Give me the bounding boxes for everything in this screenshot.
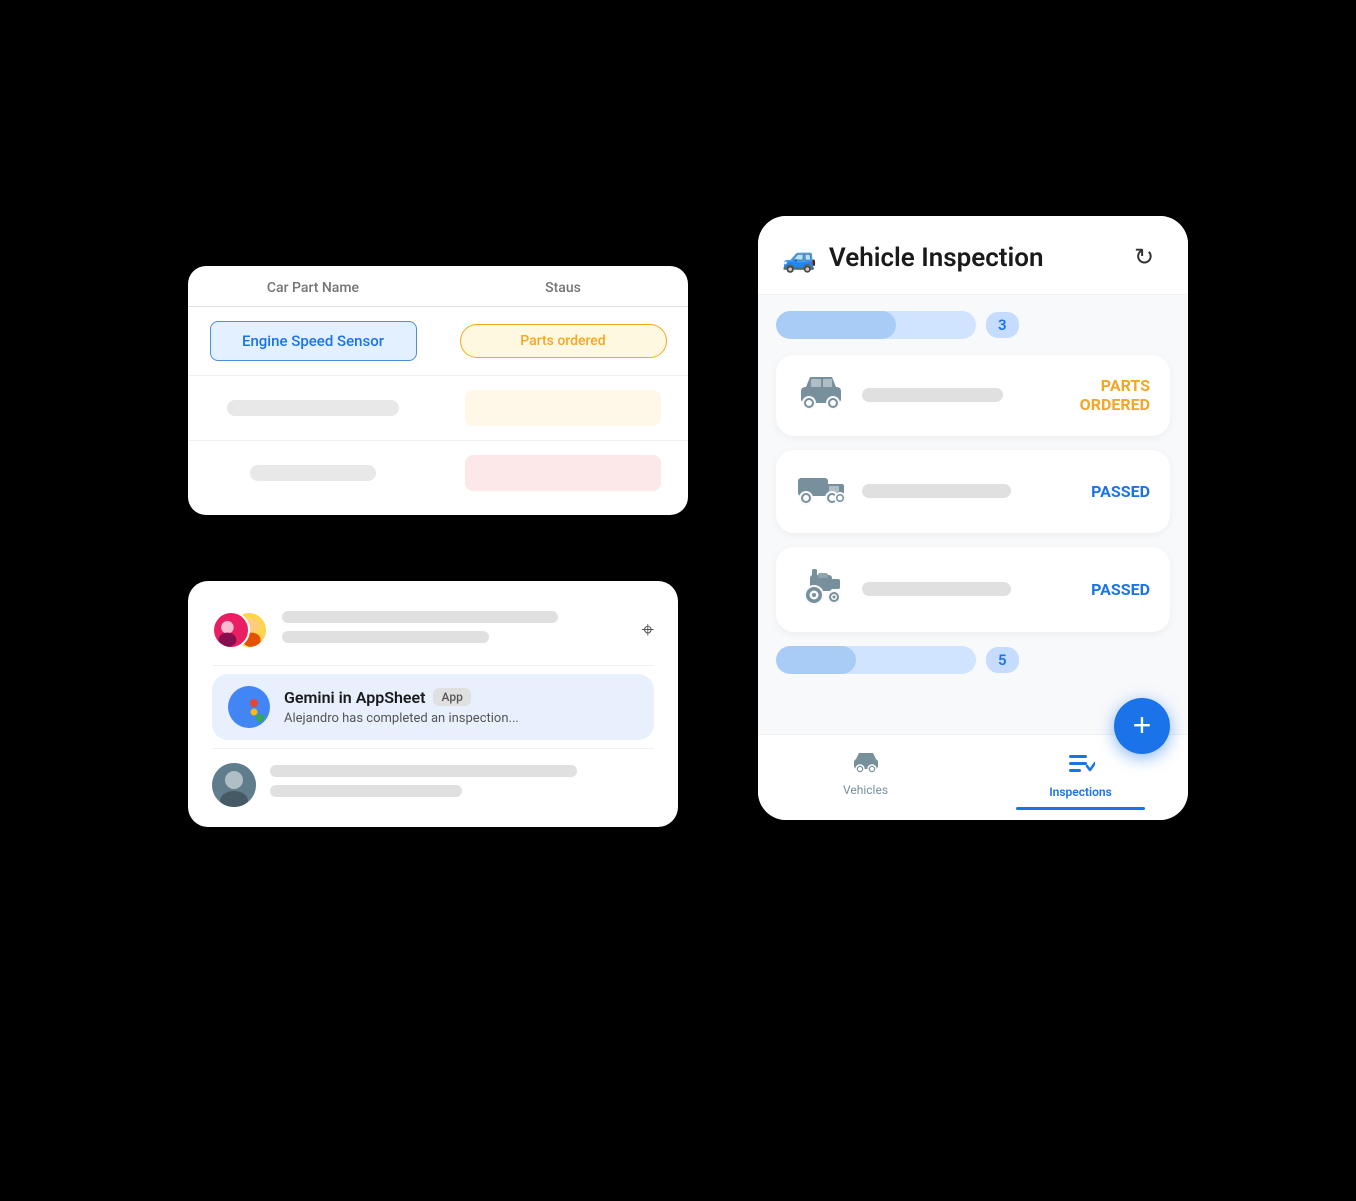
placeholder-line	[862, 484, 1011, 498]
gemini-text-block: Gemini in AppSheet App Alejandro has com…	[284, 688, 638, 726]
gemini-message: Alejandro has completed an inspection...	[284, 711, 638, 726]
progress-bar	[776, 311, 976, 339]
gemini-app-badge: App	[433, 688, 470, 706]
fab-button[interactable]: +	[1114, 698, 1170, 754]
placeholder-line	[282, 631, 489, 643]
app-title: Vehicle Inspection	[829, 243, 1112, 273]
notification-card: ⌖ Gemini in AppSheet App Alejandro has c…	[188, 581, 678, 827]
online-indicator	[256, 714, 264, 722]
status-passed-2: PASSED	[1091, 580, 1150, 599]
table-row	[188, 376, 688, 441]
divider	[212, 665, 654, 666]
gemini-icon	[228, 686, 270, 728]
inspections-nav-icon	[1067, 751, 1095, 781]
table-cell-part-name: Engine Speed Sensor	[188, 317, 438, 365]
vehicles-nav-icon	[852, 751, 880, 779]
col2-header: Staus	[438, 280, 688, 296]
gemini-notification-row[interactable]: Gemini in AppSheet App Alejandro has com…	[212, 674, 654, 740]
progress-bar-bottom	[776, 646, 976, 674]
progress-row-bottom: 5	[776, 646, 1170, 674]
table-cell-placeholder	[438, 451, 688, 495]
notification-row-bottom	[212, 753, 654, 807]
status-badge-orange: Parts ordered	[460, 324, 667, 358]
progress-badge-bottom: 5	[986, 647, 1019, 673]
nav-item-inspections[interactable]: Inspections	[973, 747, 1188, 814]
table-card: Car Part Name Staus Engine Speed Sensor …	[188, 266, 688, 515]
placeholder-line	[862, 388, 1003, 402]
avatar-group	[212, 609, 268, 653]
tractor-icon	[796, 565, 846, 614]
gemini-title-row: Gemini in AppSheet App	[284, 688, 638, 707]
nav-active-underline	[1016, 807, 1145, 810]
gemini-name: Gemini in AppSheet	[284, 688, 425, 707]
notification-text-block	[282, 611, 628, 651]
avatar-single	[212, 763, 256, 807]
progress-fill	[776, 311, 896, 339]
nav-item-vehicles[interactable]: Vehicles	[758, 747, 973, 814]
table-header-row: Car Part Name Staus	[188, 266, 688, 307]
placeholder-line	[282, 611, 558, 623]
inspection-item-1[interactable]: PARTSORDERED	[776, 355, 1170, 436]
placeholder-bar	[250, 465, 377, 481]
status-parts-ordered: PARTSORDERED	[1080, 376, 1150, 414]
pin-icon[interactable]: ⌖	[642, 618, 654, 643]
placeholder-line	[270, 765, 577, 777]
table-cell-placeholder	[438, 386, 688, 430]
inspection-item-3[interactable]: PASSED	[776, 547, 1170, 632]
app-body: 3	[758, 295, 1188, 694]
notification-text-block-bottom	[270, 765, 654, 805]
table-row[interactable]: Engine Speed Sensor Parts ordered	[188, 307, 688, 376]
part-name-value: Engine Speed Sensor	[210, 321, 417, 361]
placeholder-bar	[227, 400, 400, 416]
placeholder-bar-pink	[465, 455, 661, 491]
status-passed-1: PASSED	[1091, 482, 1150, 501]
vehicles-nav-label: Vehicles	[843, 783, 888, 797]
car-emoji: 🚙	[782, 241, 817, 274]
col1-header: Car Part Name	[188, 280, 438, 296]
placeholder-bar-yellow	[465, 390, 661, 426]
notification-row-top: ⌖	[212, 601, 654, 661]
app-header: 🚙 Vehicle Inspection ↻	[758, 216, 1188, 295]
item-placeholder	[862, 388, 1064, 402]
progress-row-top: 3	[776, 311, 1170, 339]
inspection-item-2[interactable]: PASSED	[776, 450, 1170, 533]
truck-icon	[796, 468, 846, 515]
inspections-nav-label: Inspections	[1049, 785, 1112, 799]
progress-badge-top: 3	[986, 312, 1019, 338]
divider	[212, 748, 654, 749]
table-cell-placeholder	[188, 461, 438, 485]
scene: Car Part Name Staus Engine Speed Sensor …	[128, 126, 1228, 1076]
item-placeholder	[862, 484, 1075, 498]
avatar-1	[212, 611, 250, 649]
refresh-button[interactable]: ↻	[1124, 238, 1164, 278]
app-card: 🚙 Vehicle Inspection ↻ 3	[758, 216, 1188, 820]
placeholder-line	[862, 582, 1011, 596]
table-cell-placeholder	[188, 396, 438, 420]
table-cell-status: Parts ordered	[438, 320, 688, 362]
placeholder-line	[270, 785, 462, 797]
progress-fill-bottom	[776, 646, 856, 674]
car-icon	[796, 373, 846, 418]
table-row	[188, 441, 688, 505]
item-placeholder	[862, 582, 1075, 596]
